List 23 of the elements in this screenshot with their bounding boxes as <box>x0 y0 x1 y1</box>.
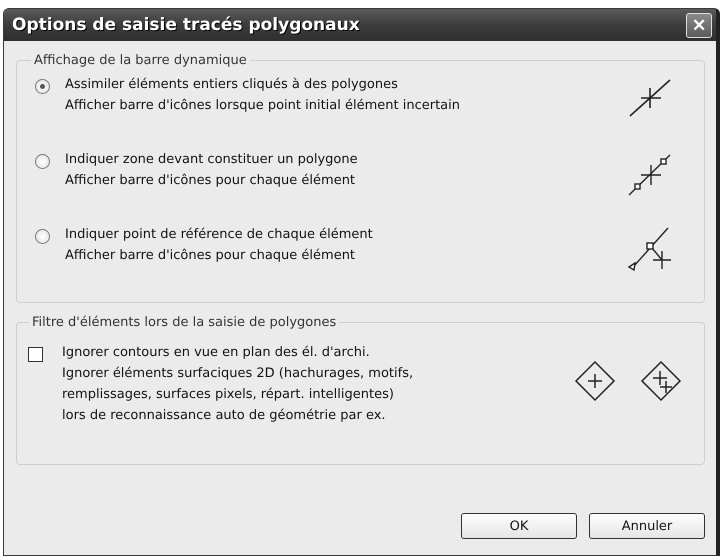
radio-button[interactable] <box>35 229 50 244</box>
group-title: Filtre d'éléments lors de la saisie de polygones <box>31 315 338 330</box>
checkbox-label: Ignorer contours en vue en plan des él. d'archi. <box>62 344 371 361</box>
option-label: Indiquer zone devant constituer un polygone <box>65 151 359 168</box>
radio-button[interactable] <box>35 154 50 169</box>
ok-button[interactable]: OK <box>461 513 577 539</box>
description-line: lors de reconnaissance auto de géométrie par ex. <box>62 407 387 424</box>
checkbox[interactable] <box>28 347 43 362</box>
description-line: Ignorer éléments surfaciques 2D (hachurages, motifs, <box>62 365 414 382</box>
option-label: Indiquer point de référence de chaque élément <box>65 226 374 243</box>
reference-point-icon <box>626 226 672 272</box>
description-line: remplissages, surfaces pixels, répart. intelligentes) <box>62 386 395 403</box>
option-label: Assimiler éléments entiers cliqués à des polygones <box>65 76 399 93</box>
diamond-cross-icon <box>640 360 682 402</box>
option-description: Afficher barre d'icônes pour chaque élément <box>65 247 356 264</box>
close-button[interactable]: ✕ <box>686 12 712 38</box>
window-title: Options de saisie tracés polygonaux <box>12 15 360 35</box>
diamond-cross-icon <box>574 360 616 402</box>
option-description: Afficher barre d'icônes lorsque point initial élément incertain <box>65 97 461 114</box>
group-title: Affichage de la barre dynamique <box>33 53 248 68</box>
option-description: Afficher barre d'icônes pour chaque élément <box>65 172 356 189</box>
radio-button[interactable] <box>35 79 50 94</box>
cancel-button[interactable]: Annuler <box>589 513 705 539</box>
